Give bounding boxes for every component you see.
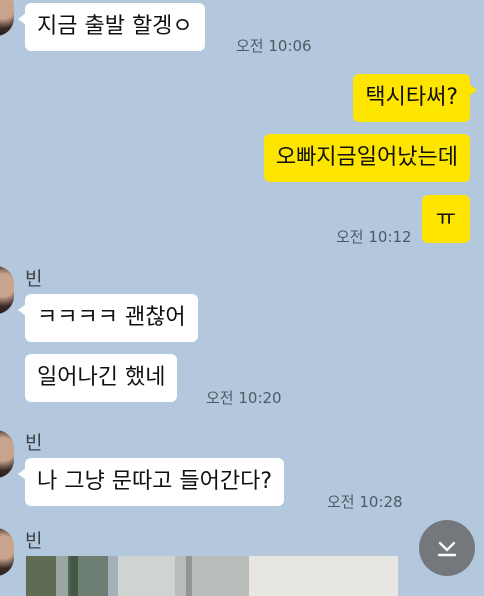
message-timestamp: 오전 10:28: [327, 493, 403, 511]
message-timestamp: 오전 10:20: [206, 389, 282, 407]
sender-name: 빈: [25, 530, 43, 552]
avatar[interactable]: [0, 528, 14, 576]
message-text: 택시타써?: [365, 85, 458, 110]
message-bubble[interactable]: 일어나긴 했네: [25, 354, 178, 402]
message-bubble[interactable]: 나 그냥 문따고 들어간다?: [17, 458, 285, 506]
chevron-down-to-bottom-icon: [437, 541, 457, 557]
scroll-to-bottom-button[interactable]: [419, 520, 475, 576]
sender-name: 빈: [25, 268, 43, 290]
message-bubble[interactable]: 오빠지금일어났는데: [263, 134, 470, 182]
message-bubble[interactable]: 지금 출발 할겡ㅇ: [18, 3, 205, 51]
message-timestamp: 오전 10:12: [336, 228, 412, 246]
photo-message[interactable]: [26, 556, 398, 596]
avatar[interactable]: [0, 430, 14, 478]
message-text: 오빠지금일어났는데: [275, 145, 458, 170]
message-text: ㅋㅋㅋㅋ 괜찮어: [37, 305, 186, 330]
sender-name: 빈: [25, 432, 43, 454]
message-bubble[interactable]: 택시타써?: [353, 74, 477, 122]
message-timestamp: 오전 10:06: [236, 37, 312, 55]
message-text: 일어나긴 했네: [37, 365, 166, 390]
message-text: ㅠ: [435, 206, 456, 231]
message-text: 나 그냥 문따고 들어간다?: [37, 469, 273, 494]
message-text: 지금 출발 할겡ㅇ: [37, 14, 193, 39]
message-bubble[interactable]: ㅠ: [421, 195, 470, 243]
avatar[interactable]: [0, 266, 14, 314]
avatar[interactable]: [0, 0, 14, 36]
message-bubble[interactable]: ㅋㅋㅋㅋ 괜찮어: [18, 294, 198, 342]
